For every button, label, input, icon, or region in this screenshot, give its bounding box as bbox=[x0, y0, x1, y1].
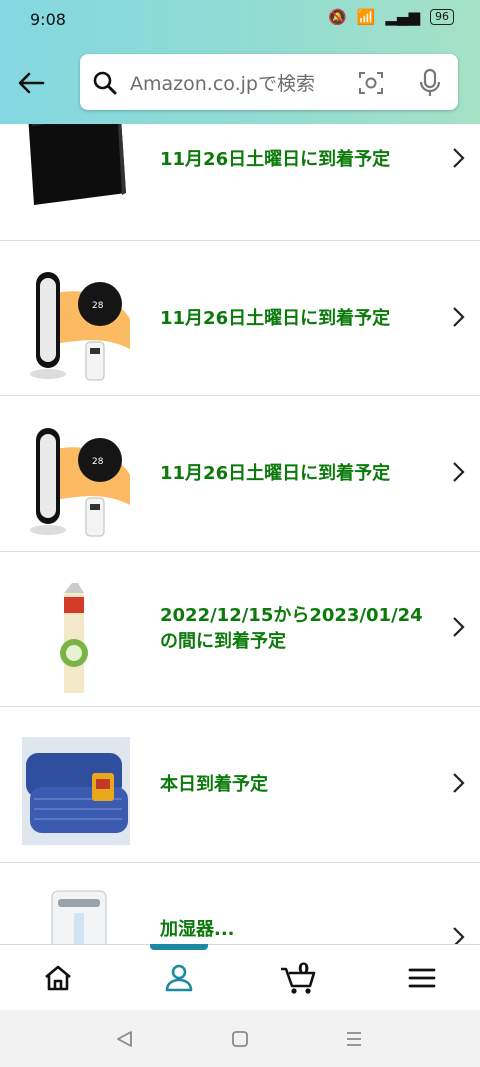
delivery-date-text: 本日到着予定 bbox=[160, 774, 268, 795]
wallet-image bbox=[28, 124, 126, 205]
system-back-icon[interactable] bbox=[115, 1030, 135, 1048]
nav-menu[interactable] bbox=[374, 945, 470, 1010]
svg-text:28: 28 bbox=[92, 301, 104, 311]
status-icons: 🔕 📶 ▂▄▆ 96 bbox=[328, 8, 454, 26]
chevron-right-icon bbox=[453, 307, 465, 327]
system-recents-icon[interactable] bbox=[345, 1031, 363, 1047]
camera-icon[interactable] bbox=[358, 70, 384, 96]
tower-heater-image: 28 bbox=[30, 428, 130, 537]
chevron-right-icon bbox=[453, 773, 465, 793]
account-icon bbox=[165, 964, 193, 991]
pillows-image bbox=[22, 737, 130, 845]
order-list: 11月26日土曜日に到着予定 28 11月26日土曜日に到着予定 28 11月2… bbox=[0, 124, 480, 944]
delivery-date-text: 11月26日土曜日に到着予定 bbox=[160, 149, 391, 170]
juice-carton-image bbox=[60, 583, 88, 693]
chevron-right-icon bbox=[453, 927, 465, 944]
back-arrow-icon[interactable] bbox=[14, 66, 48, 100]
nav-home[interactable] bbox=[10, 945, 106, 1010]
order-row-3[interactable]: 28 11月26日土曜日に到着予定 bbox=[0, 396, 480, 552]
delivery-date-text: 11月26日土曜日に到着予定 bbox=[160, 463, 391, 484]
nav-cart[interactable]: 0 bbox=[252, 945, 348, 1010]
cart-count: 0 bbox=[298, 959, 310, 978]
delivery-date-text: 11月26日土曜日に到着予定 bbox=[160, 308, 391, 329]
signal-icon: ▂▄▆ bbox=[385, 8, 420, 26]
svg-text:28: 28 bbox=[92, 457, 104, 467]
search-placeholder: Amazon.co.jpで検索 bbox=[130, 73, 315, 95]
wifi-icon: 📶 bbox=[356, 8, 376, 26]
battery-icon: 96 bbox=[430, 9, 454, 25]
active-tab-indicator bbox=[150, 944, 208, 950]
order-row-1[interactable]: 11月26日土曜日に到着予定 bbox=[0, 124, 480, 241]
menu-icon bbox=[408, 968, 436, 987]
status-time: 9:08 bbox=[30, 10, 66, 29]
bottom-navigation: 0 bbox=[0, 944, 480, 1010]
nav-account[interactable] bbox=[131, 945, 227, 1010]
header-bar: 9:08 🔕 📶 ▂▄▆ 96 Amazon.co.jpで検索 bbox=[0, 0, 480, 124]
chevron-right-icon bbox=[453, 617, 465, 637]
system-navigation-bar bbox=[0, 1010, 480, 1067]
order-row-2[interactable]: 28 11月26日土曜日に到着予定 bbox=[0, 240, 480, 396]
search-icon bbox=[93, 71, 117, 95]
order-row-6[interactable]: 加湿器... bbox=[0, 863, 480, 944]
search-input[interactable]: Amazon.co.jpで検索 bbox=[80, 54, 458, 110]
order-row-5[interactable]: 本日到着予定 bbox=[0, 707, 480, 863]
chevron-right-icon bbox=[453, 462, 465, 482]
tower-heater-image: 28 bbox=[30, 272, 130, 381]
humidifier-image bbox=[51, 890, 107, 944]
home-icon bbox=[45, 965, 71, 990]
system-home-icon[interactable] bbox=[231, 1030, 249, 1048]
mute-icon: 🔕 bbox=[328, 8, 347, 26]
order-row-4[interactable]: 2022/12/15から2023/01/24の間に到着予定 bbox=[0, 551, 480, 707]
delivery-date-text: 2022/12/15から2023/01/24の間に到着予定 bbox=[160, 605, 423, 652]
microphone-icon[interactable] bbox=[418, 68, 442, 98]
item-name-text: 加湿器... bbox=[160, 919, 235, 940]
chevron-right-icon bbox=[453, 148, 465, 168]
